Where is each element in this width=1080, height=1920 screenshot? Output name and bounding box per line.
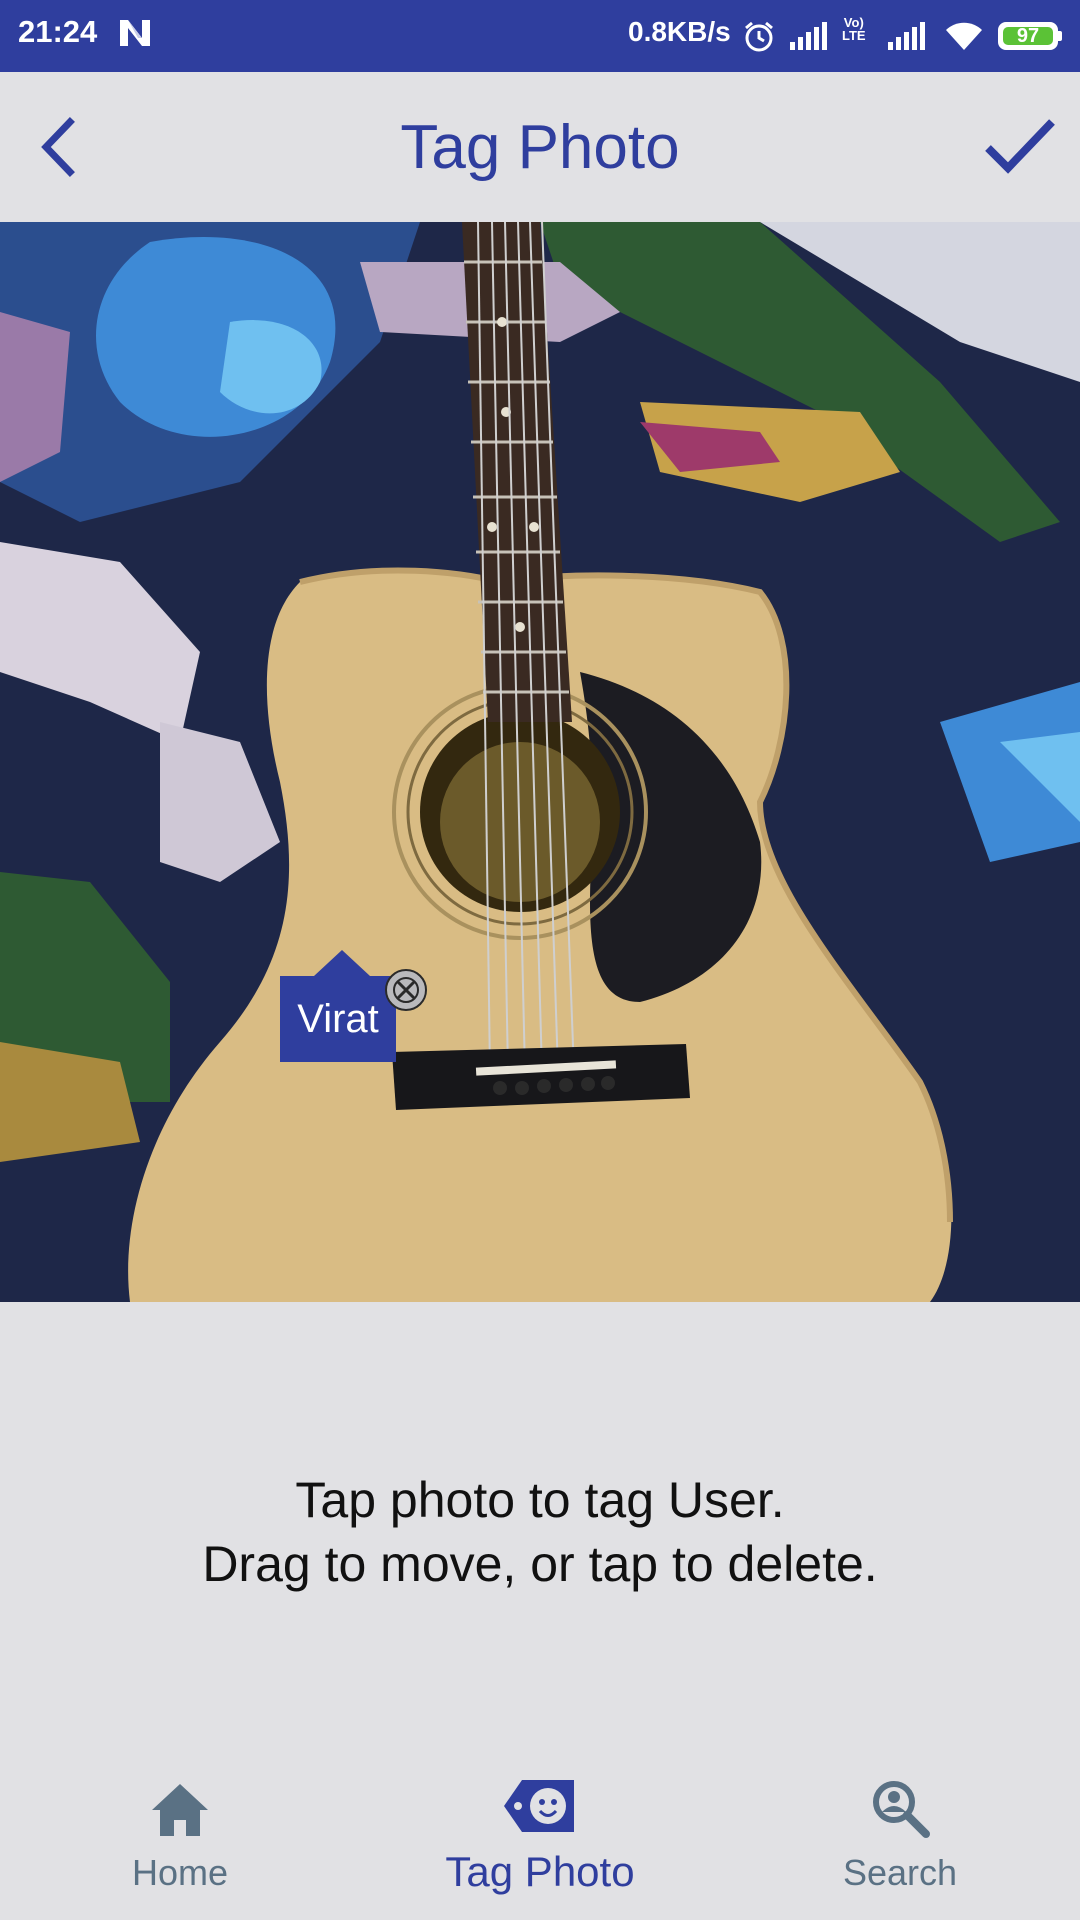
photo-canvas[interactable]	[0, 222, 1080, 1302]
alarm-icon	[742, 20, 776, 59]
nav-home-label: Home	[131, 1852, 229, 1893]
volte-badge: Vo) LTE	[842, 15, 866, 43]
status-time: 21:24	[18, 14, 98, 49]
home-icon	[152, 1784, 208, 1836]
instructions-line-2: Drag to move, or tap to delete.	[202, 1536, 878, 1592]
page-title: Tag Photo	[400, 113, 680, 182]
instructions-line-1: Tap photo to tag User.	[295, 1472, 785, 1528]
nav-search-label: Search	[842, 1852, 958, 1893]
battery-icon: 97	[998, 22, 1062, 50]
tag-delete-button[interactable]	[384, 968, 428, 1012]
user-tag[interactable]: Virat	[280, 950, 396, 1062]
wifi-icon	[944, 20, 984, 57]
signal-icon-2	[888, 22, 928, 55]
instructions-text: Tap photo to tag User. Drag to move, or …	[0, 1468, 1080, 1596]
nav-tag-photo-label: Tag Photo	[445, 1848, 635, 1895]
nav-search[interactable]: Search	[750, 1752, 1050, 1920]
notification-n-icon	[118, 18, 152, 53]
close-circle-icon	[385, 969, 427, 1011]
guitar-photo	[0, 222, 1080, 1302]
network-speed: 0.8KB/s	[628, 16, 731, 47]
nav-tag-photo[interactable]: Tag Photo	[390, 1752, 690, 1920]
battery-level: 97	[1003, 26, 1053, 46]
bottom-navigation: Home Tag Photo Search	[0, 1752, 1080, 1920]
app-bar: Tag Photo	[0, 72, 1080, 222]
signal-icon	[790, 22, 830, 55]
tag-face-icon	[504, 1780, 574, 1832]
confirm-button[interactable]	[982, 112, 1058, 182]
status-bar: 21:24 0.8KB/s Vo) LTE 97	[0, 0, 1080, 72]
search-person-icon	[873, 1781, 930, 1838]
nav-home[interactable]: Home	[30, 1752, 330, 1920]
user-tag-label: Virat	[297, 996, 379, 1041]
check-icon	[985, 119, 1055, 174]
